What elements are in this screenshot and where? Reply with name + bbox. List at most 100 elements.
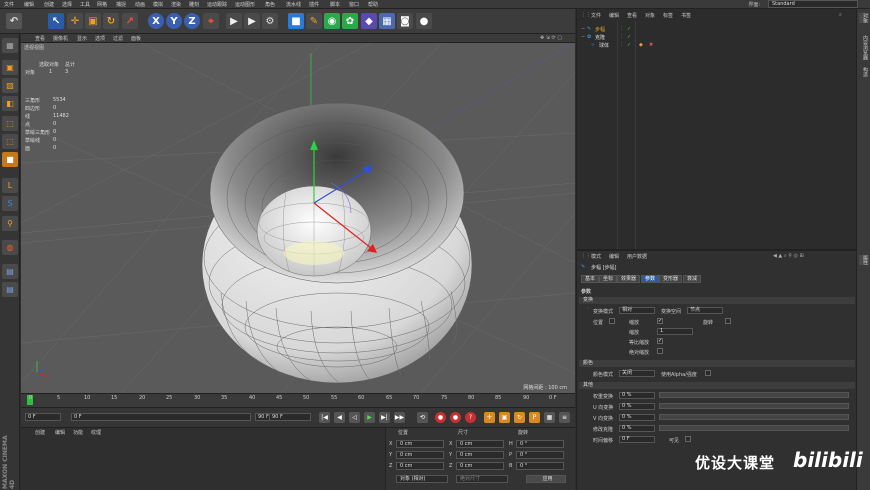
x-axis-icon[interactable]: X bbox=[148, 13, 164, 29]
menu-tools[interactable]: 工具 bbox=[80, 1, 90, 8]
phong-tag-icon[interactable]: ◆ bbox=[639, 42, 643, 48]
object-row[interactable]: − ✿ 克隆 ⁚ ✓ bbox=[579, 34, 855, 41]
expand-icon[interactable]: − bbox=[581, 34, 585, 40]
edges-mode-icon[interactable]: ⬚ bbox=[2, 134, 18, 149]
camera-icon[interactable]: ◙ bbox=[397, 13, 413, 29]
menu-help[interactable]: 帮助 bbox=[368, 1, 378, 8]
subdivision-surface-icon[interactable]: ◉ bbox=[324, 13, 340, 29]
recent-tool-icon[interactable]: ↗ bbox=[122, 13, 138, 29]
viewport-menu-panel[interactable]: 面板 bbox=[131, 35, 141, 42]
make-editable-icon[interactable]: ▦ bbox=[2, 38, 18, 53]
scale-icon[interactable]: ▣ bbox=[85, 13, 101, 29]
object-menu-file[interactable]: 文件 bbox=[591, 12, 601, 19]
tab-deformer[interactable]: 变形器 bbox=[659, 275, 683, 283]
side-tab-content-browser[interactable]: 内容浏览器 bbox=[859, 35, 869, 60]
weight-slider[interactable] bbox=[659, 392, 849, 398]
enable-snap-icon[interactable]: ◍ bbox=[2, 240, 18, 255]
object-row[interactable]: − ✎ 步幅 ⁚ ✓ bbox=[579, 26, 855, 33]
apply-button[interactable]: 应用 bbox=[526, 475, 566, 483]
menu-window[interactable]: 窗口 bbox=[349, 1, 359, 8]
start-frame-field[interactable]: 0 F bbox=[25, 413, 61, 421]
menu-create[interactable]: 创建 bbox=[44, 1, 54, 8]
visible-checkbox[interactable] bbox=[685, 436, 691, 442]
scale-checkbox[interactable]: ✓ bbox=[657, 318, 663, 324]
layout-select[interactable]: Standard bbox=[768, 0, 858, 8]
absolute-scale-checkbox[interactable] bbox=[657, 348, 663, 354]
material-menu-texture[interactable]: 纹理 bbox=[91, 429, 101, 436]
attr-menu-edit[interactable]: 编辑 bbox=[609, 253, 619, 260]
edit-render-settings-icon[interactable]: ⚙ bbox=[262, 13, 278, 29]
menu-edit[interactable]: 编辑 bbox=[24, 1, 34, 8]
attr-nav-icons[interactable]: ◀ ▲ ⌕ ⚲ ◎ ⊞ bbox=[773, 253, 804, 259]
next-key-icon[interactable]: ▶| bbox=[379, 412, 390, 423]
cube-icon[interactable]: ■ bbox=[288, 13, 304, 29]
modify-clone-slider[interactable] bbox=[659, 425, 849, 431]
side-tab-attributes[interactable]: 属性 bbox=[859, 255, 869, 265]
viewport-menu-cameras[interactable]: 摄像机 bbox=[53, 35, 68, 42]
floor-icon[interactable]: ▦ bbox=[379, 13, 395, 29]
menu-pipeline[interactable]: 流水线 bbox=[286, 1, 301, 8]
position-checkbox[interactable] bbox=[609, 318, 615, 324]
u-transform-slider[interactable] bbox=[659, 403, 849, 409]
render-picture-viewer-icon[interactable]: ▶ bbox=[244, 13, 260, 29]
use-alpha-checkbox[interactable] bbox=[705, 370, 711, 376]
timeline-ruler[interactable]: 0 5 10 15 20 25 30 35 40 45 50 55 60 65 … bbox=[21, 393, 575, 407]
material-menu-edit[interactable]: 编辑 bbox=[55, 429, 65, 436]
keyframe-selection-icon[interactable]: ? bbox=[465, 412, 476, 423]
menu-simulate[interactable]: 模拟 bbox=[153, 1, 163, 8]
menu-mesh[interactable]: 网格 bbox=[97, 1, 107, 8]
grid-icon[interactable]: ▤ bbox=[2, 264, 18, 279]
side-tab-objects[interactable]: 对象 bbox=[859, 13, 869, 23]
loop-icon[interactable]: ⟲ bbox=[417, 412, 428, 423]
v-transform-slider[interactable] bbox=[659, 414, 849, 420]
size-z-field[interactable]: 0 cm bbox=[456, 462, 504, 470]
polygons-mode-icon[interactable]: ■ bbox=[2, 152, 18, 167]
go-to-end-icon[interactable]: ▶▶ bbox=[394, 412, 405, 423]
rotate-icon[interactable]: ↻ bbox=[103, 13, 119, 29]
tab-basic[interactable]: 基本 bbox=[581, 275, 600, 283]
points-mode-icon[interactable]: ⬚ bbox=[2, 116, 18, 131]
tab-coord[interactable]: 坐标 bbox=[599, 275, 618, 283]
model-mode-icon[interactable]: ▣ bbox=[2, 60, 18, 75]
time-offset-field[interactable]: 0 F bbox=[619, 436, 655, 443]
snap-icon[interactable]: ⚲ bbox=[2, 216, 18, 231]
menu-sculpt[interactable]: 雕刻 bbox=[189, 1, 199, 8]
viewport-menu-filter[interactable]: 过滤 bbox=[113, 35, 123, 42]
live-select-icon[interactable]: ↖ bbox=[48, 13, 64, 29]
object-row[interactable]: ⊹ 球体 ⁚ ✓ ◆ ✖ bbox=[579, 42, 855, 49]
menu-mograph[interactable]: 运动图形 bbox=[235, 1, 255, 8]
animate-dot-icon[interactable]: ◦ bbox=[585, 307, 591, 313]
rotation-key-icon[interactable]: ↻ bbox=[514, 412, 525, 423]
pen-icon[interactable]: ✎ bbox=[306, 13, 322, 29]
menu-snap[interactable]: 捕捉 bbox=[116, 1, 126, 8]
coord-size-mode-select[interactable]: 绝对尺寸 bbox=[456, 475, 508, 483]
position-y-field[interactable]: 0 cm bbox=[396, 451, 444, 459]
object-menu-objects[interactable]: 对象 bbox=[645, 12, 655, 19]
rotation-h-field[interactable]: 0 ° bbox=[516, 440, 564, 448]
attr-menu-mode[interactable]: 模式 bbox=[591, 253, 601, 260]
menu-select[interactable]: 选择 bbox=[62, 1, 72, 8]
light-icon[interactable]: ● bbox=[416, 13, 432, 29]
menu-render[interactable]: 渲染 bbox=[171, 1, 181, 8]
object-menu-tags[interactable]: 标签 bbox=[663, 12, 673, 19]
soft-selection-icon[interactable]: S bbox=[2, 196, 18, 211]
weight-field[interactable]: 0 % bbox=[619, 392, 655, 399]
object-menu-edit[interactable]: 编辑 bbox=[609, 12, 619, 19]
undo-icon[interactable]: ↶ bbox=[6, 13, 22, 29]
rotation-b-field[interactable]: 0 ° bbox=[516, 462, 564, 470]
position-z-field[interactable]: 0 cm bbox=[396, 462, 444, 470]
viewport-menu-options[interactable]: 选项 bbox=[95, 35, 105, 42]
menu-animate[interactable]: 动画 bbox=[135, 1, 145, 8]
visibility-dots-icon[interactable]: ⁚ bbox=[621, 34, 623, 40]
tab-falloff[interactable]: 衰减 bbox=[683, 275, 702, 283]
visibility-dots-icon[interactable]: ⁚ bbox=[621, 26, 623, 32]
z-axis-icon[interactable]: Z bbox=[184, 13, 200, 29]
scale-value-field[interactable]: 1 bbox=[657, 328, 693, 335]
enabled-check-icon[interactable]: ✓ bbox=[627, 34, 631, 40]
menu-plugins[interactable]: 插件 bbox=[309, 1, 319, 8]
point-level-key-icon[interactable]: ▦ bbox=[544, 412, 555, 423]
render-view-icon[interactable]: ▶ bbox=[226, 13, 242, 29]
section-other[interactable]: 其他 bbox=[579, 382, 855, 389]
rotation-p-field[interactable]: 0 ° bbox=[516, 451, 564, 459]
previous-key-icon[interactable]: ◀ bbox=[334, 412, 345, 423]
